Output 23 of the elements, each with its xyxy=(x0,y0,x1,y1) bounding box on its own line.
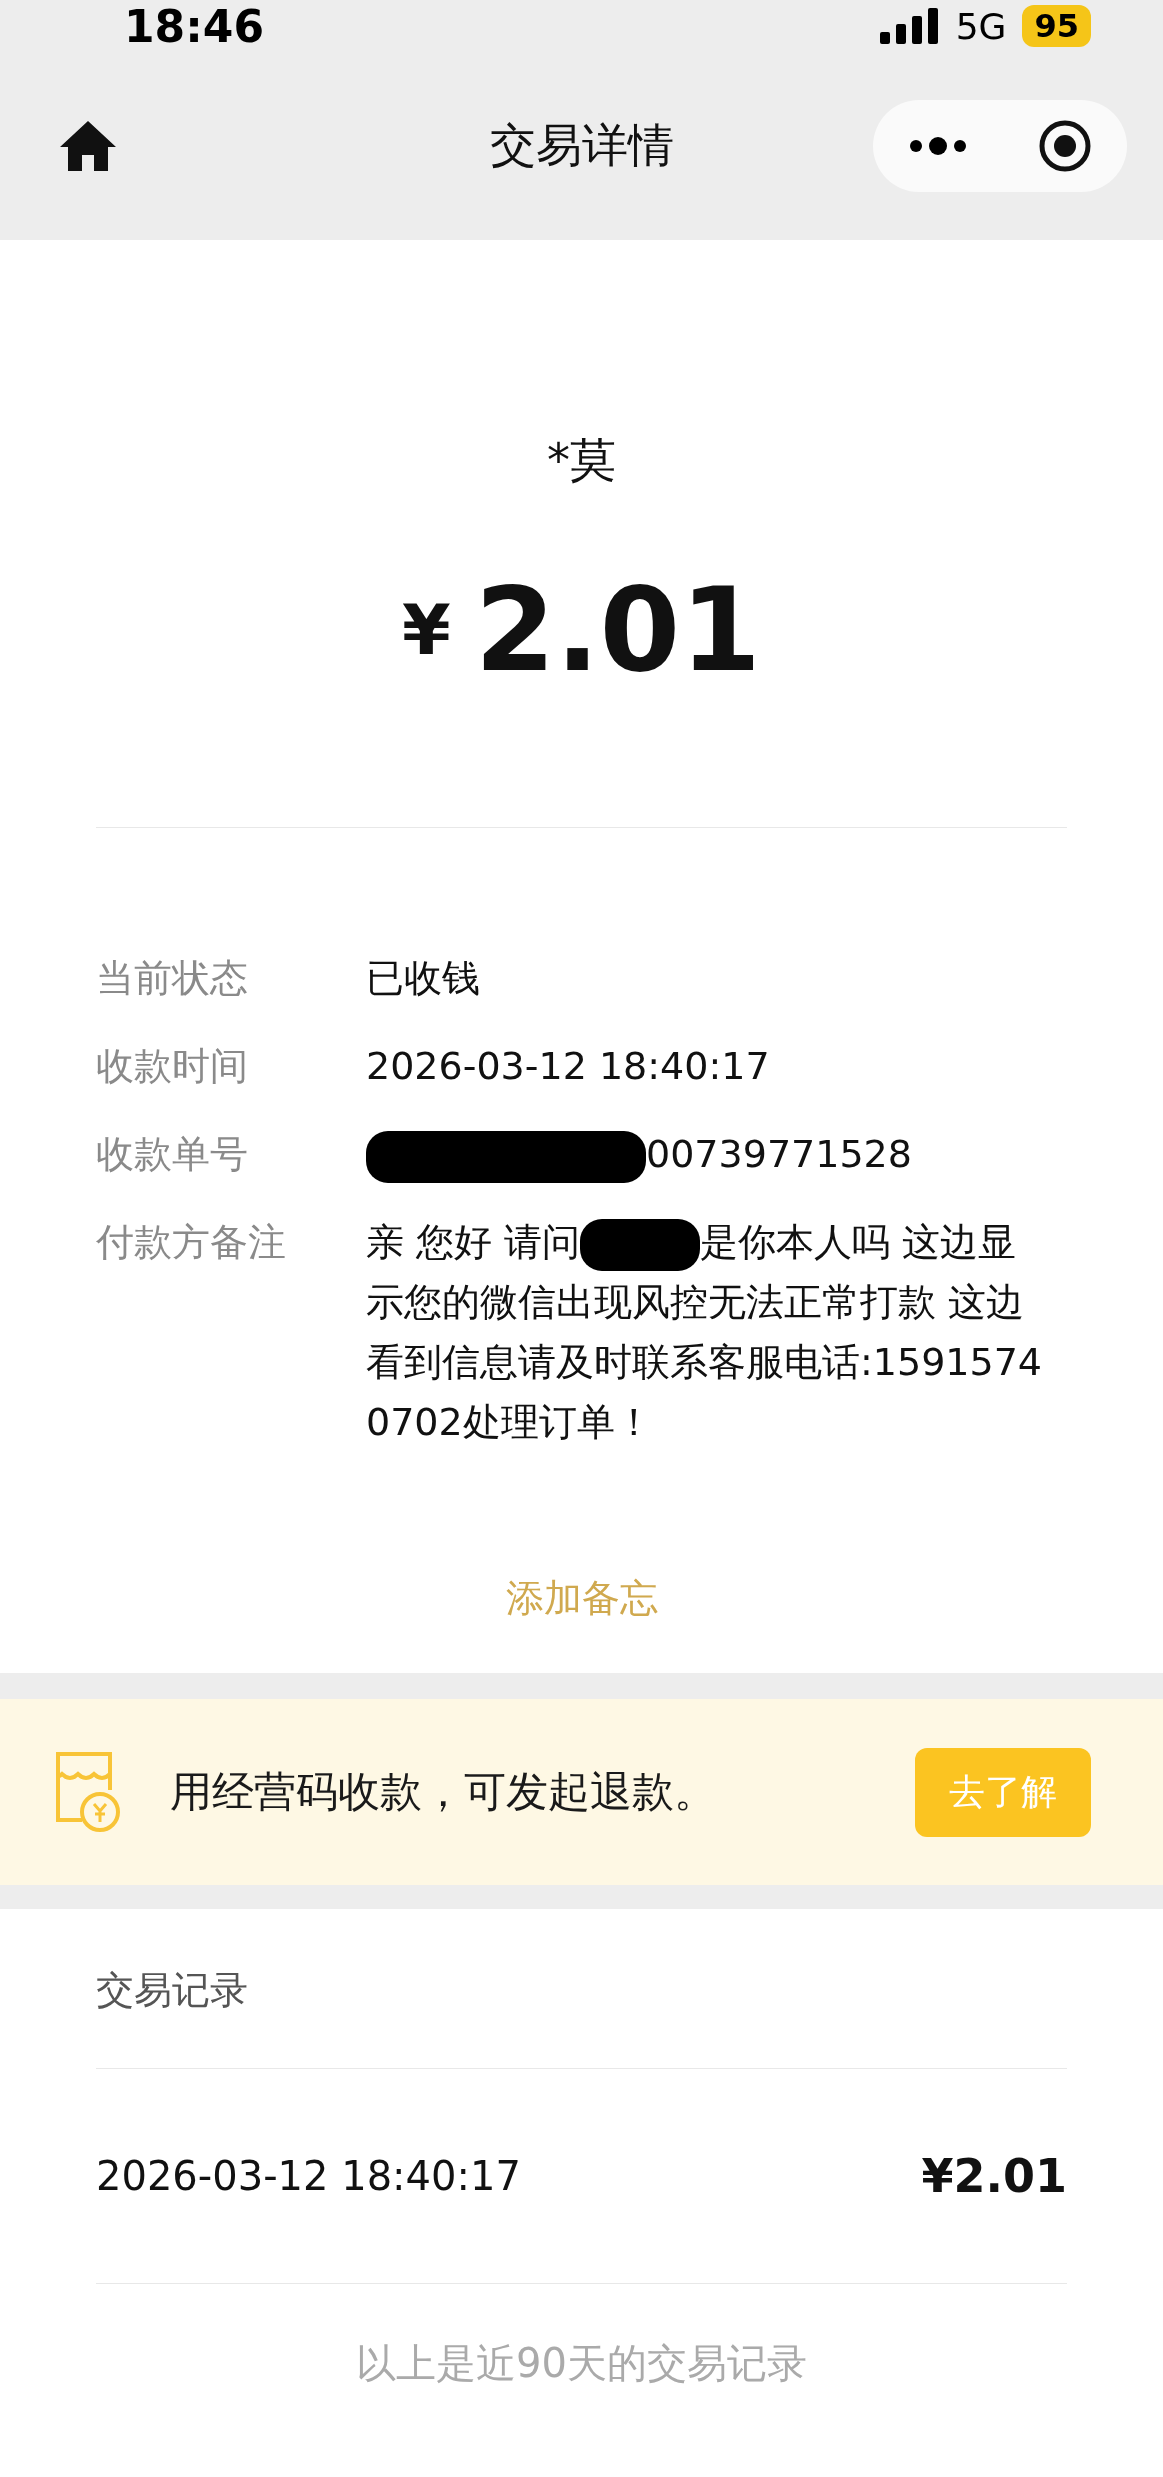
banner-text: 用经营码收款，可发起退款。 xyxy=(170,1766,717,1818)
detail-label: 当前状态 xyxy=(96,955,249,1002)
battery-level: 95 xyxy=(1022,5,1091,47)
detail-value: 2026-03-12 18:40:17 xyxy=(366,1043,771,1090)
currency-sign: ¥ xyxy=(402,588,451,671)
detail-value: 亲 您好 请问 是你本人吗 这边显示您的微信出现风控无法正常打款 这边看到信息请及时联系客服电话:15915740702处理订单！ xyxy=(366,1217,1044,1446)
detail-label: 收款时间 xyxy=(96,1043,249,1090)
detail-label: 收款单号 xyxy=(96,1131,249,1178)
status-time: 18:46 xyxy=(124,0,265,52)
page-title: 交易详情 xyxy=(489,117,674,174)
payer-name: *莫 xyxy=(546,432,617,489)
signal-icon xyxy=(879,8,940,44)
network-label: 5G xyxy=(955,5,1007,47)
records-footer: 以上是近90天的交易记录 xyxy=(356,2336,807,2391)
record-time: 2026-03-12 18:40:17 xyxy=(96,2153,521,2199)
add-note-link[interactable]: 添加备忘 xyxy=(499,1572,664,1625)
amount: 2.01 xyxy=(474,562,761,697)
section-title: 交易记录 xyxy=(96,1967,249,2014)
detail-value: 00739771528 xyxy=(366,1124,1046,1184)
detail-value: 已收钱 xyxy=(366,955,481,1002)
record-amount: ¥2.01 xyxy=(921,2149,1067,2203)
detail-label: 付款方备注 xyxy=(96,1219,287,1266)
learn-more-button[interactable]: 去了解 xyxy=(915,1747,1091,1837)
